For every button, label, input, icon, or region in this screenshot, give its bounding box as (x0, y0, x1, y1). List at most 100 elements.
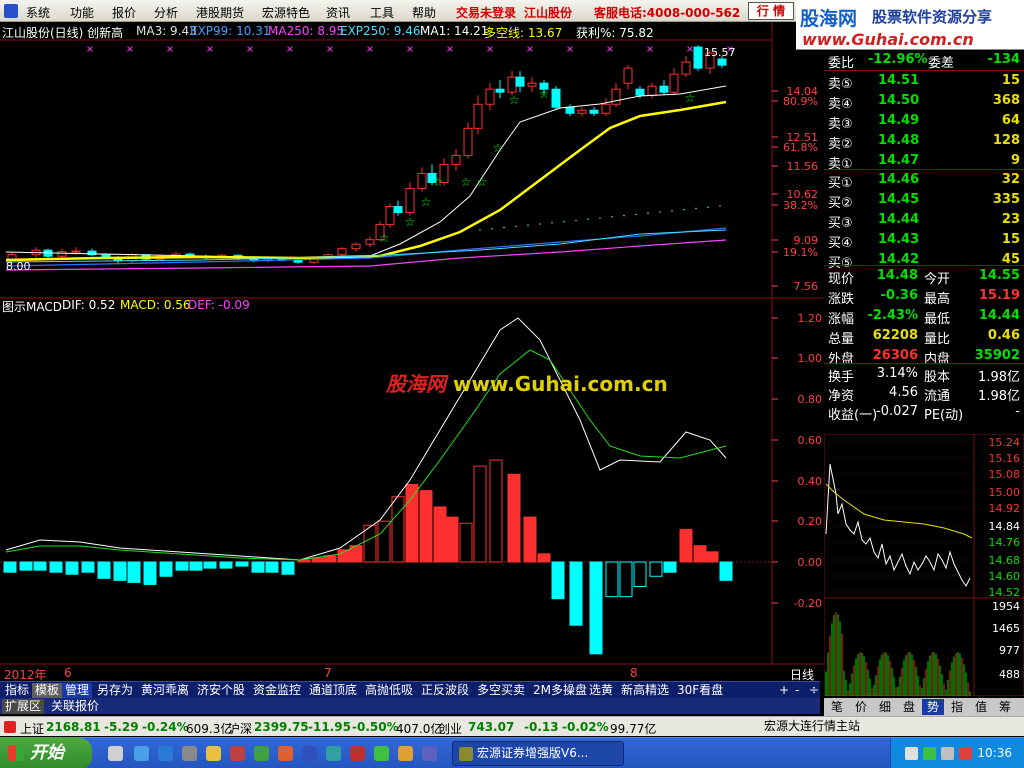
quote-value: 14.44 (978, 308, 1020, 323)
dot-marker (707, 206, 709, 208)
task-hongyuan[interactable]: 宏源证券增强版V6... (452, 741, 624, 766)
ask-row[interactable]: 卖② 14.48 128 (824, 131, 1024, 152)
fund-row[interactable]: 换手 3.14% 股本 1.98亿 (824, 364, 1024, 385)
top-marker: × (526, 44, 534, 55)
dif-line (5, 317, 727, 561)
dot-marker (515, 225, 517, 228)
music-icon[interactable] (374, 746, 389, 761)
tab-new-high[interactable]: 新高精选 (618, 683, 672, 698)
top-marker: × (286, 44, 294, 55)
app-launch-icon[interactable] (230, 746, 245, 761)
ie-icon[interactable] (134, 746, 149, 761)
ask-row[interactable]: 卖① 14.47 9 (824, 151, 1024, 172)
tab-manage[interactable]: 管理 (62, 683, 93, 698)
volume-axis-label: 1465 (992, 622, 1020, 635)
stock-app-icon[interactable] (398, 746, 413, 761)
ask-row[interactable]: 卖③ 14.49 64 (824, 111, 1024, 132)
tool-icon[interactable] (278, 746, 293, 761)
ask-label: 卖② (828, 137, 853, 152)
quote-row[interactable]: 涨跌 -0.36 最高 15.19 (824, 286, 1024, 307)
media-icon[interactable] (254, 746, 269, 761)
site-logo: 股海网 股票软件资源分享 www.Guhai.com.cn (796, 0, 1024, 50)
bid-row[interactable]: 买② 14.45 335 (824, 190, 1024, 211)
candle-body (7, 254, 17, 260)
dot-marker (491, 228, 493, 230)
macd-bar (391, 496, 405, 563)
zoom-in-button[interactable]: + (776, 683, 792, 698)
quote-row[interactable]: 涨幅 -2.43% 最低 14.44 (824, 306, 1024, 327)
show-desktop-icon[interactable] (108, 746, 123, 761)
watermark-cn: 股海网 (386, 372, 446, 396)
app-window: 系统 功能 报价 分析 港股期货 宏源特色 资讯 工具 帮助 交易未登录 江山股… (0, 0, 1024, 768)
volume-icon[interactable] (941, 747, 954, 760)
kline-chart[interactable]: ☆☆☆☆ ☆ ☆☆☆ ☆ ☆× × × × × × × × × × × × × × × × ×15.578.00 14.… (0, 0, 824, 700)
tab-book[interactable]: 盘 (898, 699, 920, 715)
cy-index: 743.07 (468, 720, 515, 734)
antivirus-icon[interactable] (923, 747, 936, 760)
tab-chips[interactable]: 筹 (994, 699, 1016, 715)
tab-30f[interactable]: 30F看盘 (674, 683, 726, 698)
macd-bar (705, 551, 719, 563)
macd-bar (265, 561, 279, 573)
tab-indicator[interactable]: 指标 (2, 683, 32, 698)
kline-title: 江山股份(日线) 创新高 (2, 26, 124, 40)
cy-percent: -0.02% (562, 720, 609, 734)
chat-icon[interactable] (326, 746, 341, 761)
tab-long-short[interactable]: 多空买卖 (474, 683, 528, 698)
fund-row[interactable]: 净资 4.56 流通 1.98亿 (824, 383, 1024, 404)
tab-index[interactable]: 指 (946, 699, 968, 715)
tab-high-low[interactable]: 高抛低吸 (362, 683, 416, 698)
dot-marker (575, 219, 577, 222)
fund-row[interactable]: 收益(一) -0.027 PE(动) - (824, 402, 1024, 423)
tab-detail[interactable]: 细 (874, 699, 896, 715)
program-icon (459, 747, 473, 761)
macd-bar (235, 561, 249, 567)
bid-row[interactable]: 买④ 14.43 15 (824, 230, 1024, 251)
ma1-line (5, 85, 727, 259)
quote-row[interactable]: 现价 14.48 今开 14.55 (824, 266, 1024, 287)
zoom-out-button[interactable]: - (792, 683, 802, 698)
settings-icon[interactable] (422, 746, 437, 761)
tab-2m[interactable]: 2M多操盘 (530, 683, 590, 698)
tab-related-quotes[interactable]: 关联报价 (48, 699, 102, 714)
order-ratio-row[interactable]: 委比 -12.96% 委差 -134 (824, 50, 1024, 71)
tab-channel[interactable]: 通道顶底 (306, 683, 360, 698)
price-axis-label: 61.8% (783, 141, 818, 154)
ask-row[interactable]: 卖④ 14.50 368 (824, 91, 1024, 112)
tab-select-yellow[interactable]: 选黄 (586, 683, 616, 698)
tab-save-as[interactable]: 另存为 (94, 683, 136, 698)
server-status[interactable]: 宏源大连行情主站 (760, 716, 1024, 736)
macd-bar (405, 483, 419, 563)
tab-extension[interactable]: 扩展区 (2, 699, 45, 714)
top-marker: × (566, 44, 574, 55)
network-icon[interactable] (302, 746, 317, 761)
explorer-icon[interactable] (206, 746, 221, 761)
tab-template[interactable]: 模板 (32, 683, 63, 698)
bid-volume: 15 (1001, 232, 1020, 247)
tab-trend[interactable]: 势 (922, 699, 944, 715)
candle-body (351, 243, 361, 250)
ime-icon[interactable] (959, 747, 972, 760)
macd-bar (281, 561, 295, 575)
tab-price[interactable]: 价 (850, 699, 872, 715)
intraday-chart[interactable]: 15.24 15.16 15.08 15.00 14.92 14.84 14.76 14.68… (824, 434, 1024, 696)
tab-ticks[interactable]: 笔 (826, 699, 848, 715)
security-icon[interactable] (350, 746, 365, 761)
quote-row[interactable]: 总量 62208 量比 0.46 (824, 326, 1024, 347)
tab-jian[interactable]: 济安个股 (194, 683, 248, 698)
folder-icon[interactable] (182, 746, 197, 761)
top-marker: × (166, 44, 174, 55)
macd-bar (159, 561, 173, 577)
bluetooth-icon[interactable] (905, 747, 918, 760)
ie-alt-icon[interactable] (158, 746, 173, 761)
ask-row[interactable]: 卖⑤ 14.51 15 (824, 71, 1024, 92)
tab-fund-monitor[interactable]: 资金监控 (250, 683, 304, 698)
tab-huanghe[interactable]: 黄河乖离 (138, 683, 192, 698)
bid-row[interactable]: 买③ 14.44 23 (824, 210, 1024, 231)
tab-value[interactable]: 值 (970, 699, 992, 715)
tab-wave[interactable]: 正反波段 (418, 683, 472, 698)
zoom-fit-button[interactable]: ÷ (806, 683, 822, 698)
bid-row[interactable]: 买① 14.46 32 (824, 170, 1024, 191)
start-button[interactable]: 开始 (0, 738, 92, 768)
macd-bar (189, 561, 203, 571)
